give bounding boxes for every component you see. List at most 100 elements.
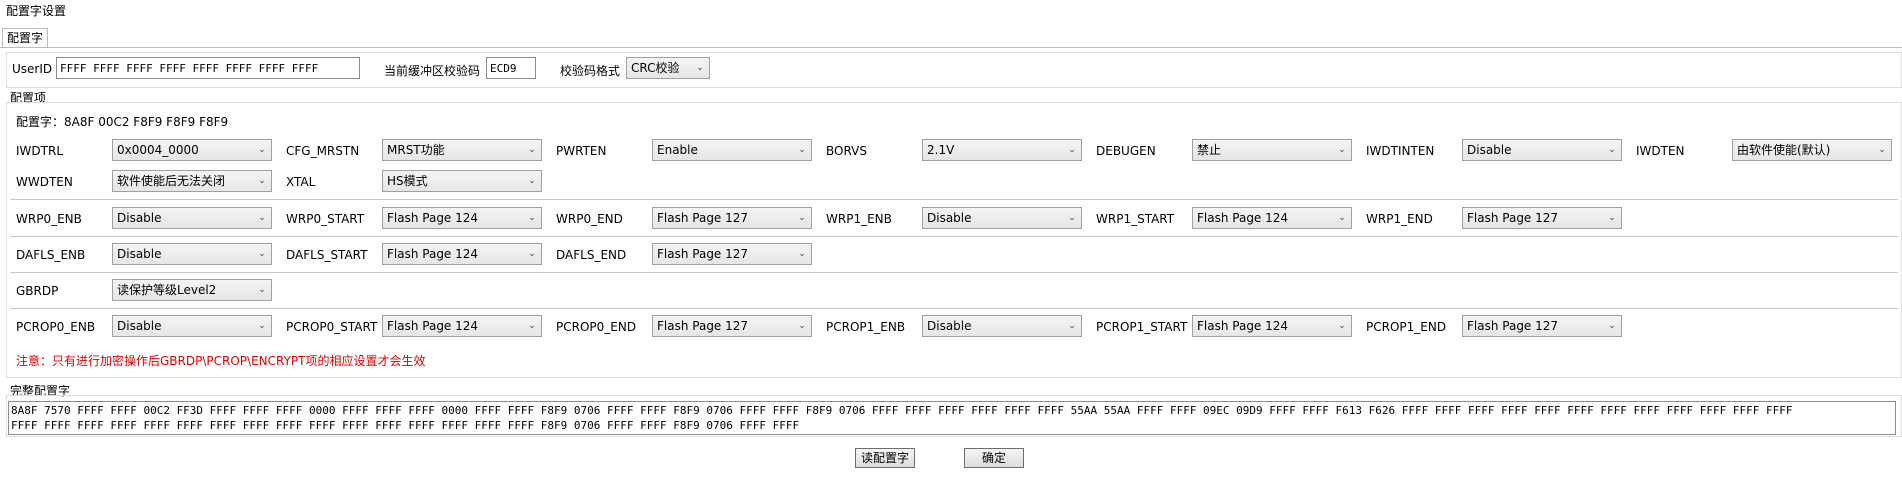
field-label-debugen: DEBUGEN (1096, 144, 1156, 158)
field-label-wrp0-start: WRP0_START (286, 212, 365, 226)
select-iwdtinten[interactable]: Disable ⌄ (1462, 139, 1622, 161)
chevron-down-icon: ⌄ (258, 285, 266, 295)
chevron-down-icon: ⌄ (1608, 321, 1616, 331)
chevron-down-icon: ⌄ (1068, 213, 1076, 223)
field-label-gbrdp: GBRDP (16, 284, 59, 298)
select-pcrop0-end[interactable]: Flash Page 127 ⌄ (652, 315, 812, 337)
select-value: Flash Page 124 (387, 247, 479, 261)
select-value: Disable (117, 319, 162, 333)
userid-label: UserID (12, 62, 53, 76)
field-label-wrp1-enb: WRP1_ENB (826, 212, 892, 226)
chevron-down-icon: ⌄ (528, 213, 536, 223)
field-label-pcrop0-end: PCROP0_END (556, 320, 637, 334)
select-value: MRST功能 (387, 143, 445, 157)
separator (10, 236, 1898, 237)
field-label-wrp1-start: WRP1_START (1096, 212, 1175, 226)
ok-button[interactable]: 确定 (964, 448, 1024, 468)
select-value: Flash Page 127 (1467, 211, 1559, 225)
select-iwdten[interactable]: 由软件使能(默认) ⌄ (1732, 139, 1892, 161)
chevron-down-icon: ⌄ (1338, 213, 1346, 223)
userid-input[interactable]: FFFF FFFF FFFF FFFF FFFF FFFF FFFF FFFF (56, 57, 360, 79)
chevron-down-icon: ⌄ (528, 145, 536, 155)
select-value: HS模式 (387, 174, 428, 188)
field-label-xtal: XTAL (286, 175, 316, 189)
select-dafls-end[interactable]: Flash Page 127 ⌄ (652, 243, 812, 265)
chevron-down-icon: ⌄ (258, 145, 266, 155)
select-pcrop1-enb[interactable]: Disable ⌄ (922, 315, 1082, 337)
select-debugen[interactable]: 禁止 ⌄ (1192, 139, 1352, 161)
field-label-dafls-end: DAFLS_END (556, 248, 627, 262)
read-config-button[interactable]: 读配置字 (855, 448, 915, 468)
select-pcrop1-start[interactable]: Flash Page 124 ⌄ (1192, 315, 1352, 337)
select-value: 由软件使能(默认) (1737, 143, 1831, 157)
select-wrp0-enb[interactable]: Disable ⌄ (112, 207, 272, 229)
select-value: Flash Page 124 (1197, 319, 1289, 333)
select-value: Flash Page 127 (1467, 319, 1559, 333)
select-pcrop0-enb[interactable]: Disable ⌄ (112, 315, 272, 337)
chevron-down-icon: ⌄ (1608, 213, 1616, 223)
chevron-down-icon: ⌄ (1068, 321, 1076, 331)
select-value: Disable (927, 319, 972, 333)
select-dafls-enb[interactable]: Disable ⌄ (112, 243, 272, 265)
select-wwdten[interactable]: 软件使能后无法关闭 ⌄ (112, 170, 272, 192)
chevron-down-icon: ⌄ (1338, 145, 1346, 155)
checksum-format-label: 校验码格式 (560, 64, 621, 78)
encryption-warning: 注意：只有进行加密操作后GBRDP\PCROP\ENCRYPT项的相应设置才会生… (16, 354, 426, 368)
select-wrp1-start[interactable]: Flash Page 124 ⌄ (1192, 207, 1352, 229)
select-value: 0x0004_0000 (117, 143, 199, 157)
select-wrp0-end[interactable]: Flash Page 127 ⌄ (652, 207, 812, 229)
field-label-iwdten: IWDTEN (1636, 144, 1685, 158)
select-wrp1-enb[interactable]: Disable ⌄ (922, 207, 1082, 229)
select-wrp1-end[interactable]: Flash Page 127 ⌄ (1462, 207, 1622, 229)
separator (10, 308, 1898, 309)
select-iwdtrl[interactable]: 0x0004_0000 ⌄ (112, 139, 272, 161)
select-cfg-mrstn[interactable]: MRST功能 ⌄ (382, 139, 542, 161)
select-xtal[interactable]: HS模式 ⌄ (382, 170, 542, 192)
field-label-pwrten: PWRTEN (556, 144, 607, 158)
chevron-down-icon: ⌄ (528, 176, 536, 186)
select-value: 读保护等级Level2 (117, 283, 217, 297)
select-value: Disable (117, 247, 162, 261)
field-label-pcrop0-start: PCROP0_START (286, 320, 378, 334)
chevron-down-icon: ⌄ (696, 63, 704, 73)
chevron-down-icon: ⌄ (258, 213, 266, 223)
field-label-iwdtinten: IWDTINTEN (1366, 144, 1435, 158)
crc-input[interactable]: ECD9 (486, 57, 536, 79)
select-value: Flash Page 127 (657, 319, 749, 333)
field-label-wwdten: WWDTEN (16, 175, 73, 189)
select-value: Flash Page 127 (657, 247, 749, 261)
full-config-line: FFFF FFFF FFFF FFFF FFFF FFFF FFFF FFFF … (11, 419, 800, 432)
select-wrp0-start[interactable]: Flash Page 124 ⌄ (382, 207, 542, 229)
select-gbrdp[interactable]: 读保护等级Level2 ⌄ (112, 279, 272, 301)
select-pwrten[interactable]: Enable ⌄ (652, 139, 812, 161)
chevron-down-icon: ⌄ (798, 249, 806, 259)
select-value: Disable (117, 211, 162, 225)
tab-divider (0, 47, 1902, 48)
chevron-down-icon: ⌄ (1068, 145, 1076, 155)
checksum-format-value: CRC校验 (631, 61, 680, 75)
chevron-down-icon: ⌄ (1878, 145, 1886, 155)
separator (10, 272, 1898, 273)
select-pcrop0-start[interactable]: Flash Page 124 ⌄ (382, 315, 542, 337)
field-label-pcrop1-enb: PCROP1_ENB (826, 320, 906, 334)
select-borvs[interactable]: 2.1V ⌄ (922, 139, 1082, 161)
field-label-wrp1-end: WRP1_END (1366, 212, 1433, 226)
select-dafls-start[interactable]: Flash Page 124 ⌄ (382, 243, 542, 265)
chevron-down-icon: ⌄ (528, 321, 536, 331)
field-label-dafls-enb: DAFLS_ENB (16, 248, 86, 262)
tab-config-word[interactable]: 配置字 (2, 28, 48, 47)
select-value: Flash Page 124 (1197, 211, 1289, 225)
field-label-pcrop0-enb: PCROP0_ENB (16, 320, 96, 334)
select-value: Flash Page 127 (657, 211, 749, 225)
full-config-textarea[interactable]: 8A8F 7570 FFFF FFFF 00C2 FF3D FFFF FFFF … (8, 401, 1896, 435)
checksum-format-select[interactable]: CRC校验 ⌄ (626, 57, 710, 79)
config-word-readout: 配置字：8A8F 00C2 F8F9 F8F9 F8F9 (16, 115, 229, 129)
field-label-iwdtrl: IWDTRL (16, 144, 63, 158)
chevron-down-icon: ⌄ (1338, 321, 1346, 331)
select-value: Enable (657, 143, 698, 157)
chevron-down-icon: ⌄ (798, 321, 806, 331)
select-pcrop1-end[interactable]: Flash Page 127 ⌄ (1462, 315, 1622, 337)
chevron-down-icon: ⌄ (528, 249, 536, 259)
chevron-down-icon: ⌄ (1608, 145, 1616, 155)
chevron-down-icon: ⌄ (798, 145, 806, 155)
